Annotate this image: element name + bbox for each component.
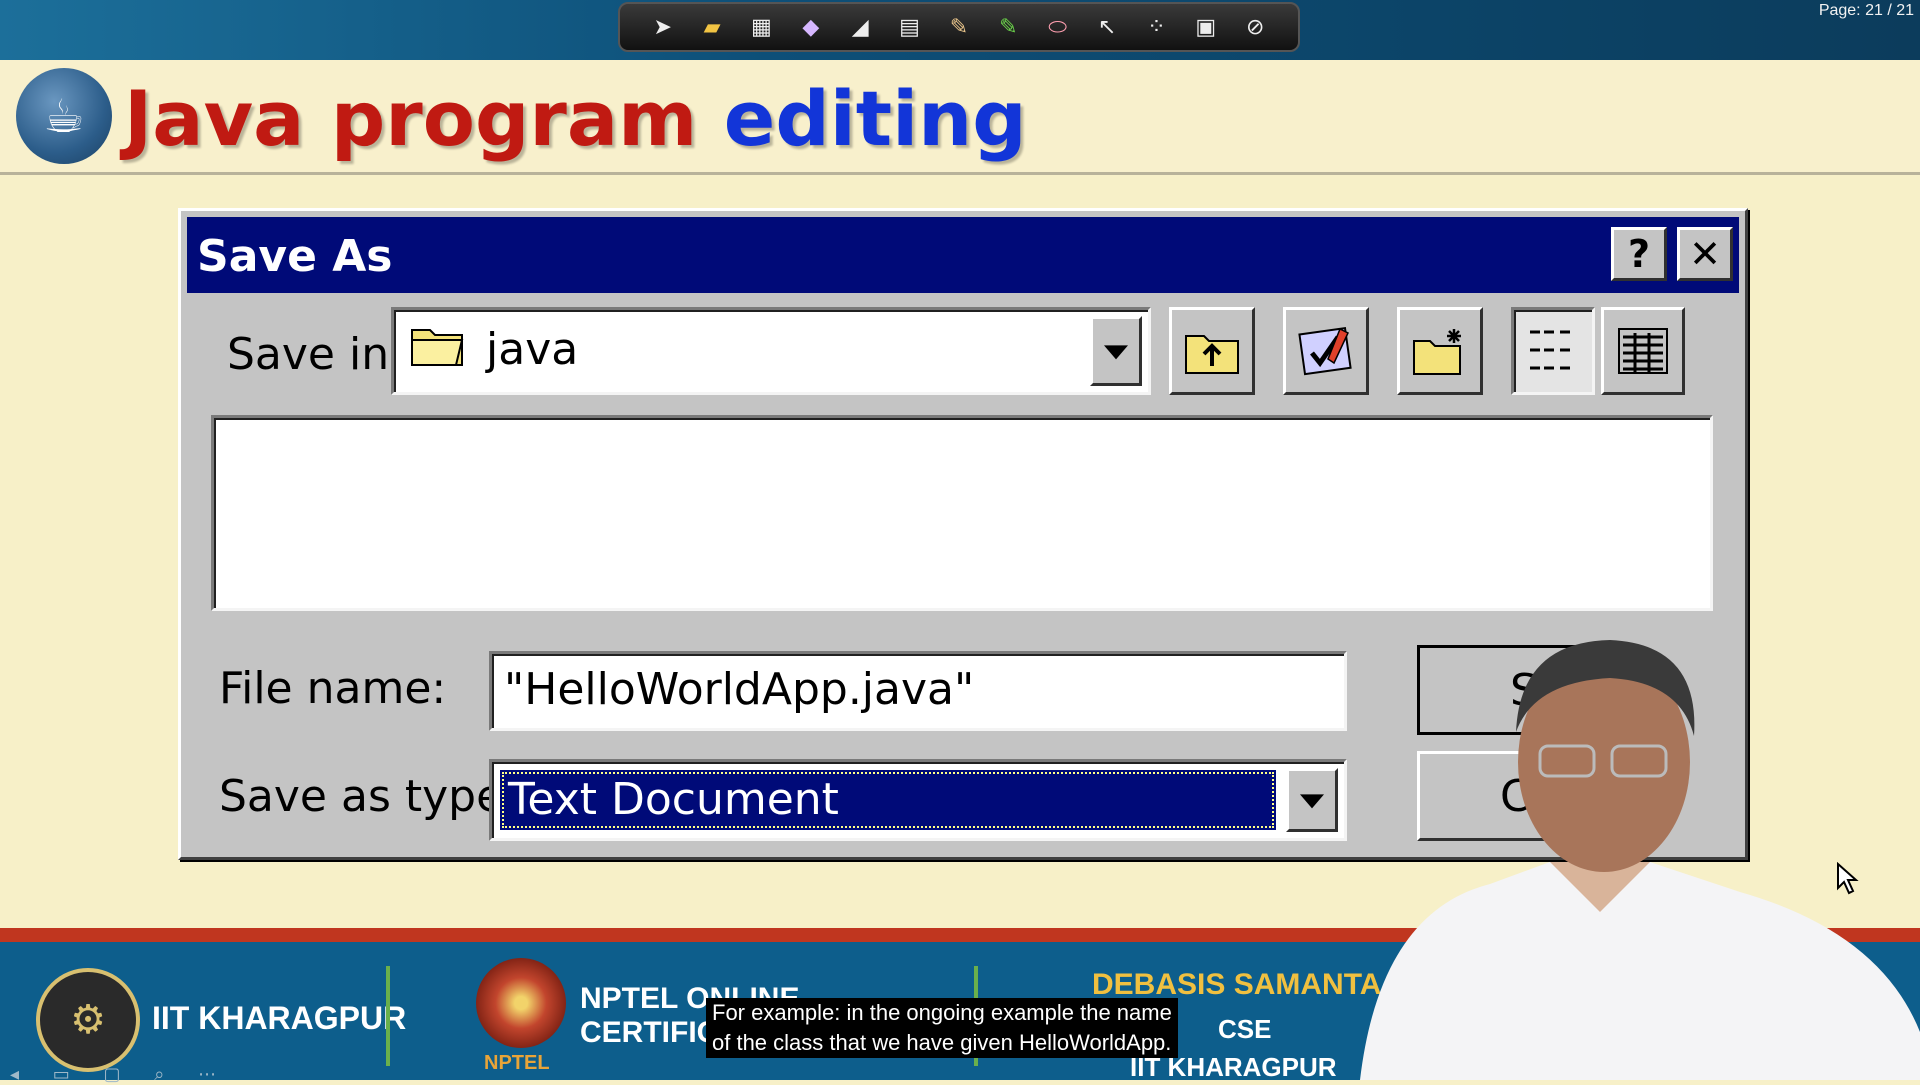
annotation-toolbar: ➤ ▰ ▦ ◆ ◢ ▤ ✎ ✎ ⬭ ↖ ⁘ ▣ ⊘ bbox=[618, 2, 1300, 52]
mouse-cursor-icon bbox=[1837, 862, 1859, 895]
presenter-dept: CSE bbox=[1218, 1014, 1272, 1044]
close-button[interactable]: ✕ bbox=[1677, 227, 1733, 281]
institute-name: IIT KHARAGPUR bbox=[152, 1000, 407, 1036]
pink-eraser-tool-icon[interactable]: ⬭ bbox=[1044, 13, 1072, 41]
folder-icon bbox=[411, 329, 464, 366]
desktop-icon bbox=[1298, 327, 1352, 376]
clear-tool-icon[interactable]: ▣ bbox=[1192, 13, 1220, 41]
slide-title: Java program editing bbox=[124, 74, 1027, 163]
up-one-level-button[interactable] bbox=[1169, 307, 1255, 395]
pointer-tool-icon[interactable]: ↖ bbox=[1093, 13, 1121, 41]
nptel-logo-icon bbox=[476, 958, 566, 1048]
file-list[interactable] bbox=[211, 415, 1713, 611]
details-view-button[interactable] bbox=[1601, 307, 1685, 395]
presenter-video bbox=[1360, 640, 1920, 1080]
file-name-value: "HelloWorldApp.java" bbox=[504, 664, 975, 715]
page-counter: Page: 21 / 21 bbox=[1818, 2, 1914, 19]
iit-kharagpur-logo-icon: ⚙ bbox=[36, 968, 140, 1072]
film-tool-icon[interactable]: ▦ bbox=[747, 13, 775, 41]
dialog-title: Save As bbox=[197, 231, 393, 282]
list-view-button[interactable] bbox=[1511, 307, 1595, 395]
save-as-type-label: Save as type: bbox=[219, 771, 518, 822]
save-as-type-dropdown[interactable]: Text Document bbox=[489, 759, 1347, 841]
green-marker-tool-icon[interactable]: ✎ bbox=[994, 13, 1022, 41]
caption-line2: of the class that we have given HelloWor… bbox=[712, 1030, 1172, 1055]
file-name-input[interactable]: "HelloWorldApp.java" bbox=[489, 651, 1347, 731]
slide-title-part1: Java program bbox=[124, 74, 698, 163]
up-folder-icon bbox=[1185, 335, 1239, 374]
save-as-type-value: Text Document bbox=[508, 774, 839, 825]
details-view-icon bbox=[1618, 328, 1668, 374]
save-in-value: java bbox=[486, 324, 579, 375]
pencil-tool-icon[interactable]: ✎ bbox=[945, 13, 973, 41]
save-as-type-selection: Text Document bbox=[500, 770, 1276, 830]
footer-divider bbox=[386, 966, 390, 1066]
disable-tool-icon[interactable]: ⊘ bbox=[1241, 13, 1269, 41]
dialog-titlebar[interactable]: Save As ? ✕ bbox=[187, 217, 1739, 293]
eraser-tool-icon[interactable]: ◢ bbox=[846, 13, 874, 41]
save-in-label: Save in: bbox=[227, 329, 404, 380]
new-folder-button[interactable] bbox=[1397, 307, 1483, 395]
folder-tool-icon[interactable]: ▰ bbox=[698, 13, 726, 41]
arrow-tool-icon[interactable]: ➤ bbox=[649, 13, 677, 41]
subtitle-caption: For example: in the ongoing example the … bbox=[706, 998, 1178, 1058]
help-button[interactable]: ? bbox=[1611, 227, 1667, 281]
file-name-label: File name: bbox=[219, 663, 447, 714]
highlighter-tool-icon[interactable]: ◆ bbox=[797, 13, 825, 41]
top-bar: ➤ ▰ ▦ ◆ ◢ ▤ ✎ ✎ ⬭ ↖ ⁘ ▣ ⊘ Page: 21 / 21 bbox=[0, 0, 1920, 60]
new-folder-icon bbox=[1413, 329, 1461, 375]
caption-line1: For example: in the ongoing example the … bbox=[712, 1000, 1172, 1025]
list-view-icon bbox=[1530, 330, 1570, 370]
desktop-button[interactable] bbox=[1283, 307, 1369, 395]
player-controls[interactable]: ◂ ▭ ▢ ⌕ ⋯ bbox=[10, 1064, 230, 1085]
slide-title-part2: editing bbox=[723, 74, 1027, 163]
save-in-dropdown[interactable]: java bbox=[391, 307, 1151, 395]
screen-tool-icon[interactable]: ▤ bbox=[896, 13, 924, 41]
nptel-logo-text: NPTEL bbox=[484, 1052, 550, 1074]
save-in-dropdown-arrow[interactable] bbox=[1090, 316, 1142, 386]
laser-tool-icon[interactable]: ⁘ bbox=[1142, 13, 1170, 41]
java-logo-icon: ☕ bbox=[16, 68, 112, 164]
